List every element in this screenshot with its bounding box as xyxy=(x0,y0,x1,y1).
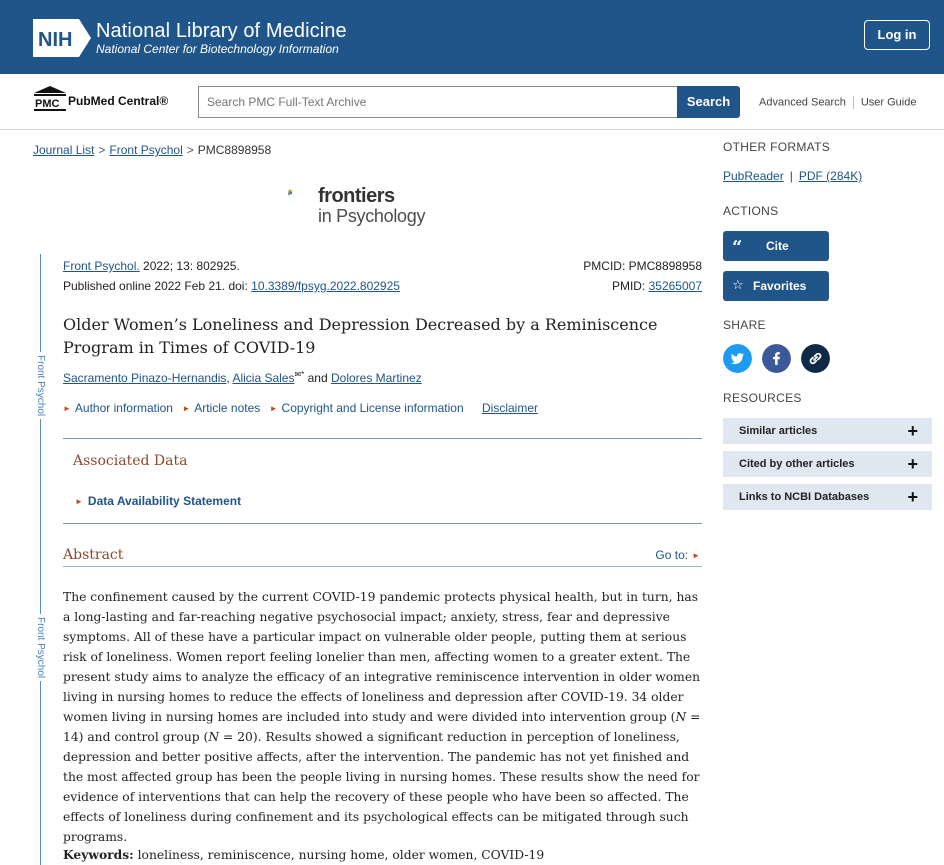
breadcrumb-journal-list[interactable]: Journal List xyxy=(33,143,94,157)
abstract-text: The confinement caused by the current CO… xyxy=(63,590,701,844)
ncbi-subtitle: National Center for Biotechnology Inform… xyxy=(96,42,339,56)
pmc-search-bar: PMC PubMed Central® Search Advanced Sear… xyxy=(0,74,944,130)
volume-info: 2022; 13: 802925. xyxy=(139,259,240,273)
cited-by-toggle[interactable]: Cited by other articles + xyxy=(723,451,932,477)
breadcrumb-front-psychol[interactable]: Front Psychol xyxy=(109,143,182,157)
facebook-icon[interactable] xyxy=(762,344,791,373)
pmcid: PMCID: PMC8898958 xyxy=(583,259,702,273)
triangle-right-icon: ► xyxy=(269,404,278,413)
goto-menu[interactable]: Go to: ► xyxy=(655,548,700,562)
plus-icon: + xyxy=(907,421,918,441)
breadcrumb-separator: > xyxy=(186,143,194,157)
keywords: Keywords: loneliness, reminiscence, nurs… xyxy=(63,847,544,862)
cite-button[interactable]: “ Cite xyxy=(723,231,829,261)
side-rail xyxy=(40,254,41,865)
format-links: PubReader | PDF (284K) xyxy=(723,169,862,183)
author-link[interactable]: Alicia Sales xyxy=(232,371,294,385)
article-notes-toggle[interactable]: ► Article notes xyxy=(182,401,260,415)
nih-header: NIH National Library of Medicine Nationa… xyxy=(0,0,944,74)
ncbi-links-toggle[interactable]: Links to NCBI Databases + xyxy=(723,484,932,510)
user-guide-link[interactable]: User Guide xyxy=(861,96,917,108)
journal-subname: in Psychology xyxy=(318,206,426,226)
login-button[interactable]: Log in xyxy=(864,20,930,50)
similar-articles-toggle[interactable]: Similar articles + xyxy=(723,418,932,444)
svg-text:PMC: PMC xyxy=(35,98,60,110)
triangle-right-icon: ► xyxy=(692,551,700,560)
citation-info: Front Psychol. 2022; 13: 802925. Publish… xyxy=(63,256,400,296)
favorites-button[interactable]: ☆ Favorites xyxy=(723,271,829,301)
breadcrumb: Journal List > Front Psychol > PMC8898958 xyxy=(33,143,271,157)
article-info-links: ► Author information ► Article notes ► Copy… xyxy=(63,401,538,415)
author-link[interactable]: Sacramento Pinazo-Hernandis xyxy=(63,371,226,385)
breadcrumb-separator: > xyxy=(98,143,106,157)
plus-icon: + xyxy=(907,454,918,474)
resources-heading: RESOURCES xyxy=(723,391,802,405)
pmc-logo[interactable]: PMC xyxy=(33,85,67,111)
divider: | xyxy=(789,169,793,183)
advanced-search-link[interactable]: Advanced Search xyxy=(759,96,846,108)
star-icon: ☆ xyxy=(732,278,744,293)
pmid-label: PMID: xyxy=(611,279,649,293)
email-icon[interactable]: ✉* xyxy=(294,370,304,379)
doi-link[interactable]: 10.3389/fpsyg.2022.802925 xyxy=(251,279,400,293)
divider xyxy=(852,96,854,109)
journal-citation-link[interactable]: Front Psychol. xyxy=(63,259,140,273)
quote-icon: “ xyxy=(732,237,743,258)
plus-icon: + xyxy=(907,487,918,507)
divider xyxy=(63,438,702,439)
author-link[interactable]: Dolores Martinez xyxy=(331,371,422,385)
breadcrumb-current: PMC8898958 xyxy=(197,143,272,157)
published-online: Published online 2022 Feb 21. doi: xyxy=(63,279,252,293)
abstract-heading: Abstract xyxy=(63,547,124,563)
author-separator: and xyxy=(304,371,331,385)
svg-text:NIH: NIH xyxy=(38,29,72,51)
triangle-right-icon: ► xyxy=(63,404,71,413)
search-input[interactable] xyxy=(198,86,678,118)
search-links: Advanced Search User Guide xyxy=(759,96,916,109)
triangle-right-icon: ► xyxy=(75,497,83,506)
keywords-label: Keywords: xyxy=(63,847,134,862)
data-availability-toggle[interactable]: ► Data Availability Statement xyxy=(75,494,241,508)
pubreader-link[interactable]: PubReader xyxy=(723,169,784,183)
author-information-toggle[interactable]: ► Author information xyxy=(63,401,173,415)
divider xyxy=(63,566,702,567)
pdf-link[interactable]: PDF (284K) xyxy=(799,169,862,183)
copy-link-icon[interactable] xyxy=(801,344,830,373)
frontiers-logo-icon[interactable] xyxy=(288,176,318,212)
disclaimer-link[interactable]: Disclaimer xyxy=(482,401,538,415)
copyright-toggle[interactable]: ► Copyright and License information xyxy=(270,401,464,415)
journal-name: frontiers xyxy=(318,185,395,207)
side-rail-label: Front Psychol xyxy=(35,352,46,420)
author-list: Sacramento Pinazo-Hernandis, Alicia Sale… xyxy=(63,370,422,385)
twitter-icon[interactable] xyxy=(723,344,752,373)
other-formats-heading: OTHER FORMATS xyxy=(723,140,831,154)
divider xyxy=(63,523,702,524)
triangle-right-icon: ► xyxy=(182,404,191,413)
side-rail-label: Front Psychol xyxy=(35,614,46,682)
keywords-list: loneliness, reminiscence, nursing home, … xyxy=(133,848,545,862)
associated-data-heading: Associated Data xyxy=(73,453,188,469)
pmc-brand-label[interactable]: PubMed Central® xyxy=(68,94,168,108)
actions-heading: ACTIONS xyxy=(723,204,779,218)
pmid-link[interactable]: 35265007 xyxy=(649,279,702,293)
share-heading: SHARE xyxy=(723,318,766,332)
article-title: Older Women’s Loneliness and Depression … xyxy=(63,315,658,357)
search-button[interactable]: Search xyxy=(677,86,740,118)
identifiers: PMCID: PMC8898958 PMID: 35265007 xyxy=(583,256,702,296)
nih-logo[interactable]: NIH xyxy=(33,19,91,57)
nlm-title[interactable]: National Library of Medicine xyxy=(96,20,347,43)
